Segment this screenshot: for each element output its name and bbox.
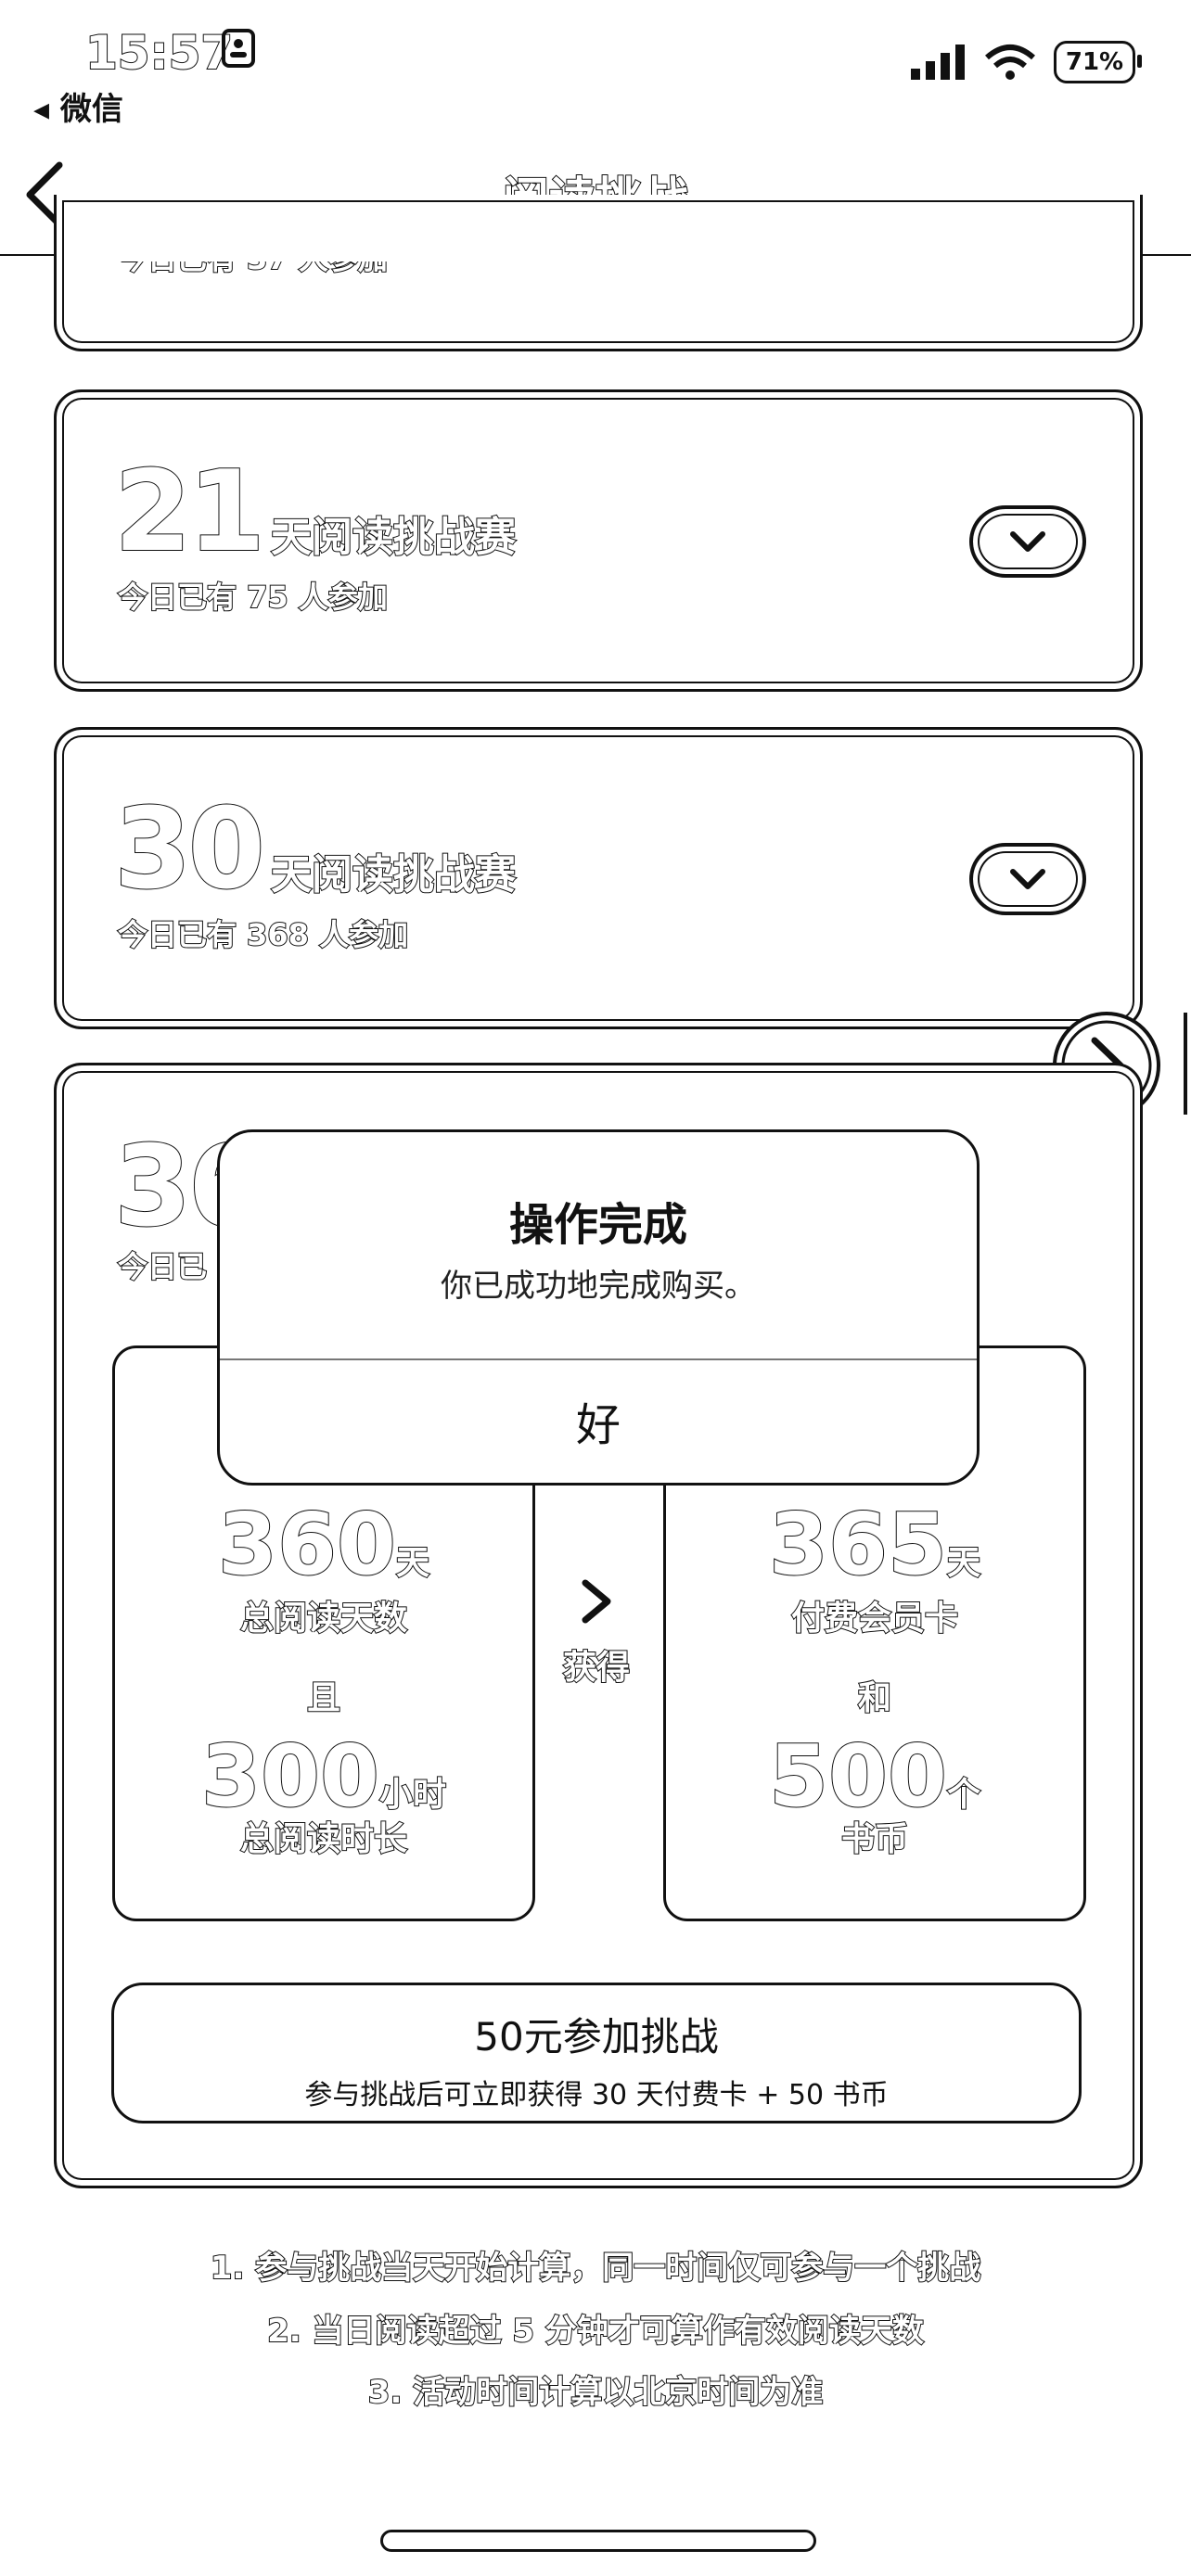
card-participants: 今日已有 368 人参加 [117, 916, 409, 953]
challenge-card-30[interactable]: 30 天阅读挑战赛 今日已有 368 人参加 [54, 727, 1143, 1029]
signal-icon [911, 45, 965, 80]
challenge-card-21[interactable]: 21 天阅读挑战赛 今日已有 75 人参加 [54, 389, 1143, 692]
chevron-down-icon [1010, 869, 1045, 889]
requirement-hours: 300小时 [115, 1726, 532, 1827]
coins-number: 500 [768, 1726, 948, 1827]
obtain-label: 获得 [562, 1648, 631, 1688]
chevron-down-icon [1010, 531, 1045, 552]
dialog-ok-button[interactable]: 好 [220, 1358, 977, 1483]
card-participants: 今日已有 75 人参加 [117, 579, 389, 616]
card-heading: 30 天阅读挑战赛 [113, 785, 517, 914]
status-indicators: 71% [909, 41, 1142, 83]
status-time: 15:57 [84, 25, 234, 81]
challenge-title: 天阅读挑战赛 [270, 850, 517, 899]
join-description: 参与挑战后可立即获得 30 天付费卡 + 50 书币 [304, 2079, 889, 2111]
expand-button[interactable] [969, 843, 1086, 915]
hours-unit: 小时 [378, 1775, 447, 1815]
reward-card: 365天 [666, 1494, 1083, 1595]
requirement-days: 360天 [115, 1494, 532, 1595]
wifi-icon [985, 45, 1035, 80]
days-number: 360 [217, 1494, 397, 1595]
and-label: 且 [306, 1678, 341, 1718]
card-days-unit: 天 [946, 1543, 981, 1583]
dialog-title: 操作完成 [508, 1199, 687, 1251]
coins-label: 书币 [840, 1819, 909, 1859]
expand-button[interactable] [969, 505, 1086, 578]
challenge-days: 30 [113, 785, 266, 914]
hours-number: 300 [200, 1726, 380, 1827]
back-to-wechat-link[interactable]: ◂ 微信 [33, 83, 123, 129]
rule-3: 3. 活动时间计算以北京时间为准 [367, 2373, 824, 2412]
card-participants: 今日已 [117, 1248, 208, 1285]
join-challenge-button[interactable]: 50元参加挑战 参与挑战后可立即获得 30 天付费卡 + 50 书币 [111, 1983, 1082, 2123]
days-label: 总阅读天数 [239, 1599, 408, 1639]
dialog-message: 你已成功地完成购买。 [441, 1268, 756, 1305]
challenge-title: 天阅读挑战赛 [270, 513, 517, 562]
card-label: 付费会员卡 [790, 1599, 959, 1639]
card-days-number: 365 [768, 1494, 948, 1595]
chevron-right-icon [582, 1579, 611, 1624]
coins-unit: 个 [946, 1775, 981, 1815]
and-label: 和 [857, 1678, 892, 1718]
person-id-icon [222, 29, 255, 68]
challenge-card-partial[interactable]: 今日已有 37 人参加 [54, 195, 1143, 351]
battery-indicator: 71% [1054, 41, 1142, 83]
home-indicator[interactable] [380, 2530, 816, 2552]
purchase-complete-dialog: 操作完成 你已成功地完成购买。 好 [217, 1129, 980, 1486]
scroll-edge [1184, 1013, 1187, 1115]
days-unit: 天 [395, 1543, 430, 1583]
rule-1: 1. 参与挑战当天开始计算，同一时间仅可参与一个挑战 [210, 2249, 981, 2288]
join-label: 50元参加挑战 [474, 2014, 719, 2060]
card-participants: 今日已有 37 人参加 [118, 241, 388, 277]
challenge-days: 21 [113, 448, 266, 577]
hours-label: 总阅读时长 [239, 1819, 408, 1859]
reward-coins: 500个 [666, 1726, 1083, 1827]
card-heading: 21 天阅读挑战赛 [113, 448, 517, 577]
rule-2: 2. 当日阅读超过 5 分钟才可算作有效阅读天数 [266, 2312, 925, 2351]
